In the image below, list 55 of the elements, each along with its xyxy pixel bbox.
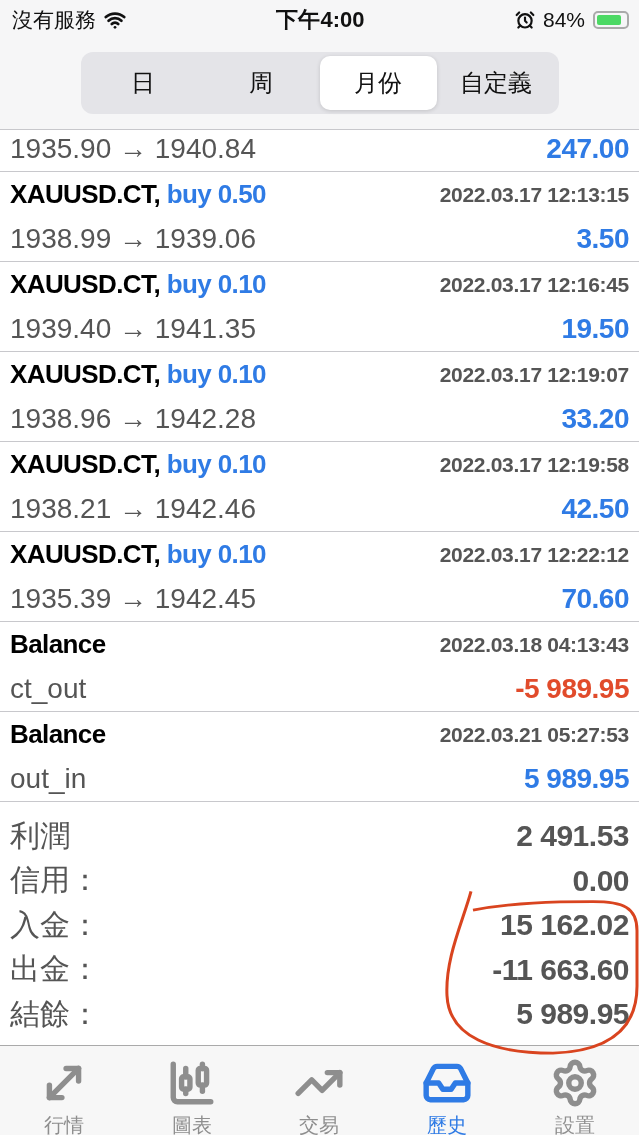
deal-profit: -5 989.95 bbox=[515, 672, 629, 705]
deal-symbol: XAUUSD.CT, buy 0.10 bbox=[10, 359, 266, 390]
deal-time: 2022.03.21 05:27:53 bbox=[439, 722, 629, 747]
deal-prices: 1938.96 → 1942.28 bbox=[10, 402, 256, 435]
deal-prices: 1935.90 → 1940.84 bbox=[10, 132, 256, 165]
battery-percent: 84% bbox=[542, 8, 585, 32]
deal-time: 2022.03.18 04:13:43 bbox=[439, 632, 629, 657]
deal-prices: 1939.40 → 1941.35 bbox=[10, 312, 256, 345]
deal-profit: 3.50 bbox=[576, 222, 629, 255]
tab-bar-item[interactable]: 交易 bbox=[255, 1045, 384, 1135]
deal-time: 2022.03.17 12:19:07 bbox=[439, 362, 629, 387]
tab-bar-item[interactable]: 設置 bbox=[511, 1045, 639, 1135]
period-segment[interactable]: 周 bbox=[202, 56, 320, 110]
deal-time: 2022.03.17 12:22:12 bbox=[439, 542, 629, 567]
period-segment[interactable]: 月份 bbox=[319, 56, 437, 110]
summary-label: 信用： bbox=[10, 862, 100, 899]
deal-symbol: XAUUSD.CT, buy 0.10 bbox=[10, 539, 266, 570]
deal-comment: out_in bbox=[10, 762, 87, 795]
summary-value: -11 663.60 bbox=[492, 952, 629, 987]
deal-time: 2022.03.17 12:19:58 bbox=[439, 452, 629, 477]
deal-symbol: XAUUSD.CT, buy 0.10 bbox=[10, 449, 266, 480]
deal-profit: 19.50 bbox=[561, 312, 629, 345]
tab-bar-item[interactable]: 行情 bbox=[0, 1045, 128, 1135]
summary-label: 入金： bbox=[10, 906, 100, 943]
deal-profit: 42.50 bbox=[561, 492, 629, 525]
deal-time: 2022.03.17 12:16:45 bbox=[439, 272, 629, 297]
summary-label: 利潤 bbox=[10, 817, 70, 854]
period-segment[interactable]: 日 bbox=[84, 56, 202, 110]
deal-profit: 33.20 bbox=[561, 402, 629, 435]
summary-value: 5 989.95 bbox=[516, 997, 629, 1032]
summary-label: 結餘： bbox=[10, 995, 100, 1032]
deal-symbol: XAUUSD.CT, buy 0.10 bbox=[10, 269, 266, 300]
deal-type: Balance bbox=[10, 719, 106, 750]
tab-bar-item[interactable]: 歷史 bbox=[383, 1045, 512, 1135]
summary-value: 0.00 bbox=[572, 863, 629, 898]
deal-prices: 1935.39 → 1942.45 bbox=[10, 582, 256, 615]
wifi-icon bbox=[104, 9, 126, 31]
deal-symbol: XAUUSD.CT, buy 0.50 bbox=[10, 179, 266, 210]
battery-icon bbox=[593, 11, 629, 29]
deal-profit: 70.60 bbox=[561, 582, 629, 615]
clock-time: 下午4:00 bbox=[276, 6, 365, 34]
summary-value: 15 162.02 bbox=[500, 908, 629, 943]
deal-profit: 247.00 bbox=[546, 132, 629, 165]
tab-bar-item[interactable]: 圖表 bbox=[127, 1045, 256, 1135]
deal-type: Balance bbox=[10, 629, 106, 660]
summary-value: 2 491.53 bbox=[516, 819, 629, 854]
period-segment[interactable]: 自定義 bbox=[437, 56, 555, 110]
deal-prices: 1938.21 → 1942.46 bbox=[10, 492, 256, 525]
summary-label: 出金： bbox=[10, 951, 100, 988]
deal-comment: ct_out bbox=[10, 672, 87, 705]
alarm-icon bbox=[514, 10, 535, 30]
deal-prices: 1938.99 → 1939.06 bbox=[10, 222, 256, 255]
deal-time: 2022.03.17 12:13:15 bbox=[439, 182, 629, 207]
carrier-text: 沒有服務 bbox=[12, 7, 96, 33]
deal-profit: 5 989.95 bbox=[524, 762, 629, 795]
